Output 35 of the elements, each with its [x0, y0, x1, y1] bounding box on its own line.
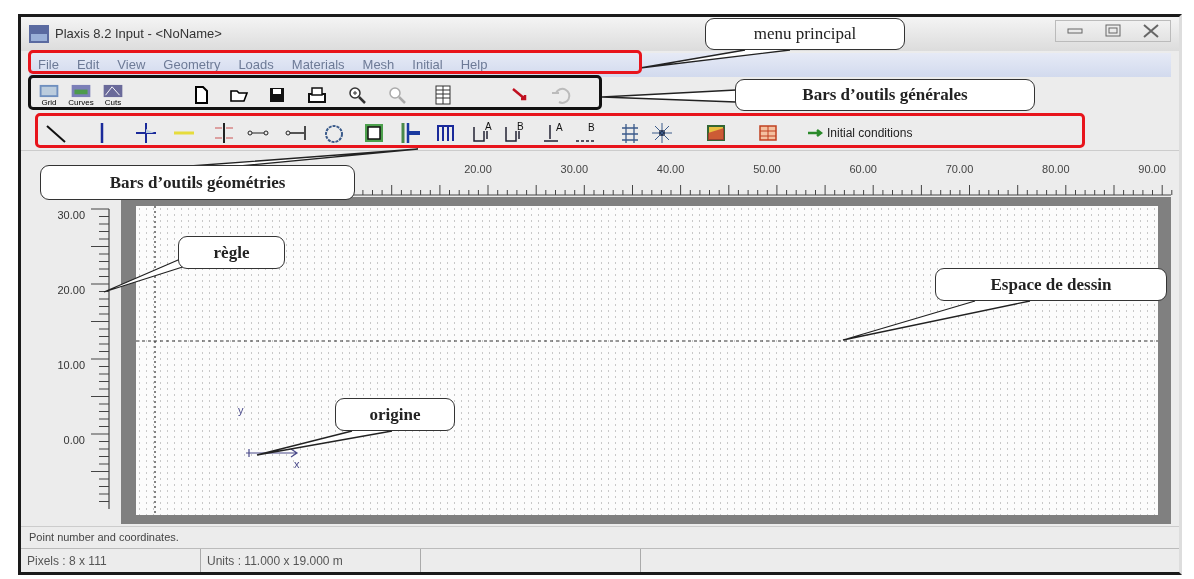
status-message: Point number and coordinates.: [29, 530, 179, 546]
view-button[interactable]: Grid: [33, 82, 65, 108]
menu-item[interactable]: Loads: [229, 55, 283, 75]
ruler-label: 30.00: [57, 209, 85, 221]
ruler-label: 70.00: [945, 163, 974, 175]
callout-label: origine: [335, 398, 455, 431]
callout-label: Bars d’outils générales: [735, 79, 1035, 111]
menu-item[interactable]: Mesh: [353, 55, 404, 75]
menu-item[interactable]: Initial: [403, 55, 452, 75]
axis-label: x: [294, 458, 300, 470]
ruler-label: 30.00: [560, 163, 589, 175]
menu-item[interactable]: Geometry: [154, 55, 230, 75]
axis-label: y: [238, 404, 244, 416]
ruler-label: 90.00: [1138, 163, 1166, 175]
menu-item[interactable]: Materials: [282, 55, 354, 75]
status-panel: Units : 11.000 x 19.000 m: [201, 549, 421, 572]
ruler-label: 80.00: [1042, 163, 1070, 175]
menu-item[interactable]: Edit: [67, 55, 109, 75]
status-panel: Pixels : 8 x 111: [21, 549, 201, 572]
window-title: Plaxis 8.2 Input - <NoName>: [55, 25, 222, 44]
view-button[interactable]: Cuts: [97, 82, 129, 108]
initial-conditions-button[interactable]: Initial conditions: [803, 123, 917, 142]
ruler-label: 50.00: [753, 163, 781, 175]
ruler-label: 20.00: [464, 163, 492, 175]
ruler-label: 0.00: [63, 434, 85, 446]
ruler-label: 10.00: [57, 359, 85, 371]
menu-item[interactable]: View: [108, 55, 155, 75]
menu-item[interactable]: File: [29, 55, 68, 75]
callout-label: règle: [178, 236, 285, 269]
view-button[interactable]: Curves: [65, 82, 97, 108]
ruler-label: 60.00: [849, 163, 877, 175]
ruler-label: 20.00: [57, 284, 85, 296]
ruler-label: 40.00: [656, 163, 685, 175]
callout-label: Espace de dessin: [935, 268, 1167, 301]
menu-item[interactable]: Help: [451, 55, 497, 75]
